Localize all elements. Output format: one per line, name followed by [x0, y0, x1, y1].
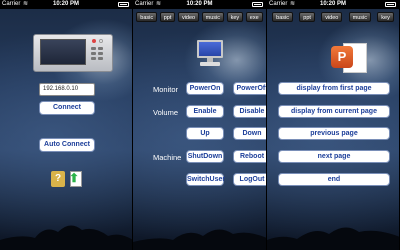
tree-silhouette-icon: [133, 229, 266, 250]
clock: 10:20 PM: [319, 1, 346, 7]
shutdown-button[interactable]: ShutDown: [186, 150, 224, 163]
battery-icon: [385, 2, 396, 7]
app-screens: Carrier ≋ 10:20 PM 192.168.0.10 Connect …: [0, 0, 400, 250]
volume-down-button[interactable]: Down: [233, 127, 266, 140]
logout-button[interactable]: LogOut: [233, 173, 266, 186]
display-from-first-page-button[interactable]: display from first page: [278, 82, 390, 95]
help-icon[interactable]: ?: [51, 171, 65, 187]
powerpoint-icon: P: [331, 43, 369, 77]
tab-music[interactable]: music: [201, 12, 225, 22]
connect-button[interactable]: Connect: [39, 101, 95, 115]
volume-up-button[interactable]: Up: [186, 127, 224, 140]
ppt-screen: Carrier ≋ 10:20 PM basic ppt video music…: [267, 0, 400, 250]
basic-screen: Carrier ≋ 10:20 PM basic ppt video music…: [133, 0, 267, 250]
tab-video[interactable]: video: [321, 12, 343, 22]
tab-ppt[interactable]: ppt: [299, 12, 315, 22]
exit-arrow-icon: ⬆: [69, 171, 80, 185]
clock: 10:20 PM: [52, 1, 79, 7]
tab-bar: basic ppt video music key exe: [133, 11, 266, 24]
auto-connect-button[interactable]: Auto Connect: [39, 138, 95, 152]
next-page-button[interactable]: next page: [278, 150, 390, 163]
tab-basic[interactable]: basic: [272, 12, 293, 22]
status-bar: Carrier ≋ 10:20 PM: [133, 0, 266, 9]
monitor-icon: [195, 40, 225, 70]
tab-key[interactable]: key: [226, 12, 244, 22]
power-off-button[interactable]: PowerOff: [233, 82, 266, 95]
tab-exe[interactable]: exe: [245, 12, 263, 22]
power-on-button[interactable]: PowerOn: [186, 82, 224, 95]
volume-disable-button[interactable]: Disable: [233, 105, 266, 118]
battery-icon: [252, 2, 263, 7]
status-bar: Carrier ≋ 10:20 PM: [267, 0, 399, 9]
tree-silhouette-icon: [267, 227, 399, 250]
computer-illustration-icon: [33, 28, 113, 76]
status-bar: Carrier ≋ 10:20 PM: [0, 0, 132, 9]
tab-video[interactable]: video: [177, 12, 200, 22]
volume-enable-button[interactable]: Enable: [186, 105, 224, 118]
tab-ppt[interactable]: ppt: [159, 12, 176, 22]
battery-icon: [118, 2, 129, 7]
tab-basic[interactable]: basic: [136, 12, 158, 22]
powerpoint-badge: P: [331, 46, 353, 68]
end-button[interactable]: end: [278, 173, 390, 186]
clock: 10:20 PM: [186, 1, 213, 7]
tab-key[interactable]: key: [377, 12, 394, 22]
tab-bar: basic ppt video music key: [267, 11, 399, 24]
reboot-button[interactable]: Reboot: [233, 150, 266, 163]
connect-screen: Carrier ≋ 10:20 PM 192.168.0.10 Connect …: [0, 0, 133, 250]
display-from-current-page-button[interactable]: display from current page: [278, 105, 390, 118]
ip-address-input[interactable]: 192.168.0.10: [39, 83, 95, 96]
tab-music[interactable]: music: [348, 12, 372, 22]
exit-icon[interactable]: ⬆: [68, 170, 84, 188]
tree-silhouette-icon: [0, 225, 132, 250]
volume-label: Volume: [153, 108, 179, 117]
monitor-label: Monitor: [153, 85, 179, 94]
previous-page-button[interactable]: previous page: [278, 127, 390, 140]
switch-user-button[interactable]: SwitchUser: [186, 173, 225, 186]
machine-label: Machine: [153, 153, 182, 162]
